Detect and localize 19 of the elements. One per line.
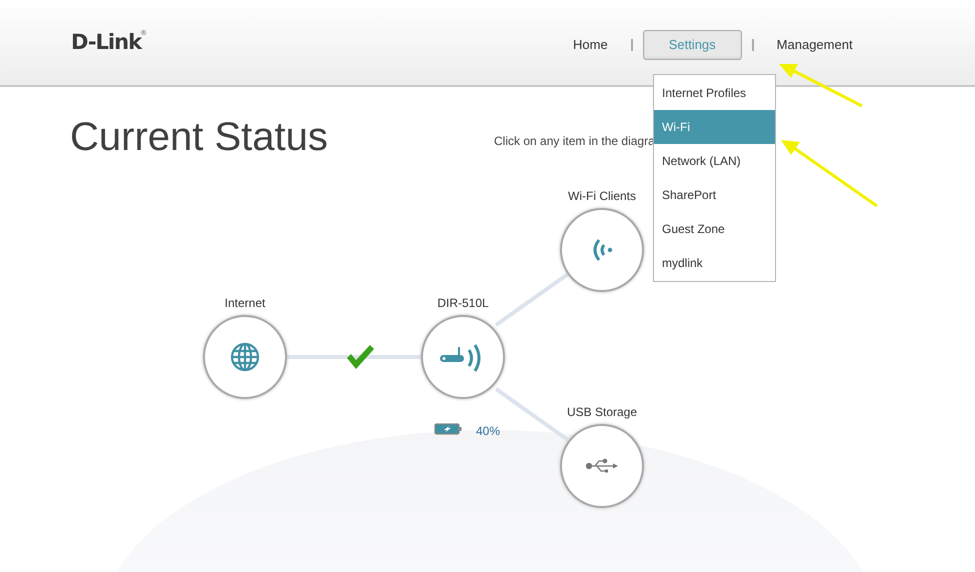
diagram-node[interactable] xyxy=(421,315,505,399)
menu-item[interactable]: SharePort xyxy=(654,178,775,212)
nav-tab[interactable]: Home xyxy=(560,30,621,60)
node-label: Internet xyxy=(224,295,266,312)
menu-item[interactable]: Internet Profiles xyxy=(654,76,775,110)
node-label: DIR-510L xyxy=(437,295,489,312)
nav-tab[interactable]: Management xyxy=(764,30,866,60)
menu-item[interactable]: Guest Zone xyxy=(654,212,775,246)
menu-item[interactable]: Network (LAN) xyxy=(654,144,775,178)
diagram-node[interactable] xyxy=(560,208,644,292)
node-label: Wi-Fi Clients xyxy=(568,188,636,205)
globe-icon xyxy=(230,342,260,372)
battery-charging-icon xyxy=(434,423,462,435)
battery-percentage: 40% xyxy=(476,423,500,440)
menu-item[interactable]: mydlink xyxy=(654,246,775,280)
node-label: USB Storage xyxy=(566,404,638,421)
page-title: Current Status xyxy=(70,117,328,157)
diagram-node[interactable] xyxy=(203,315,287,399)
usb-icon xyxy=(586,458,618,474)
